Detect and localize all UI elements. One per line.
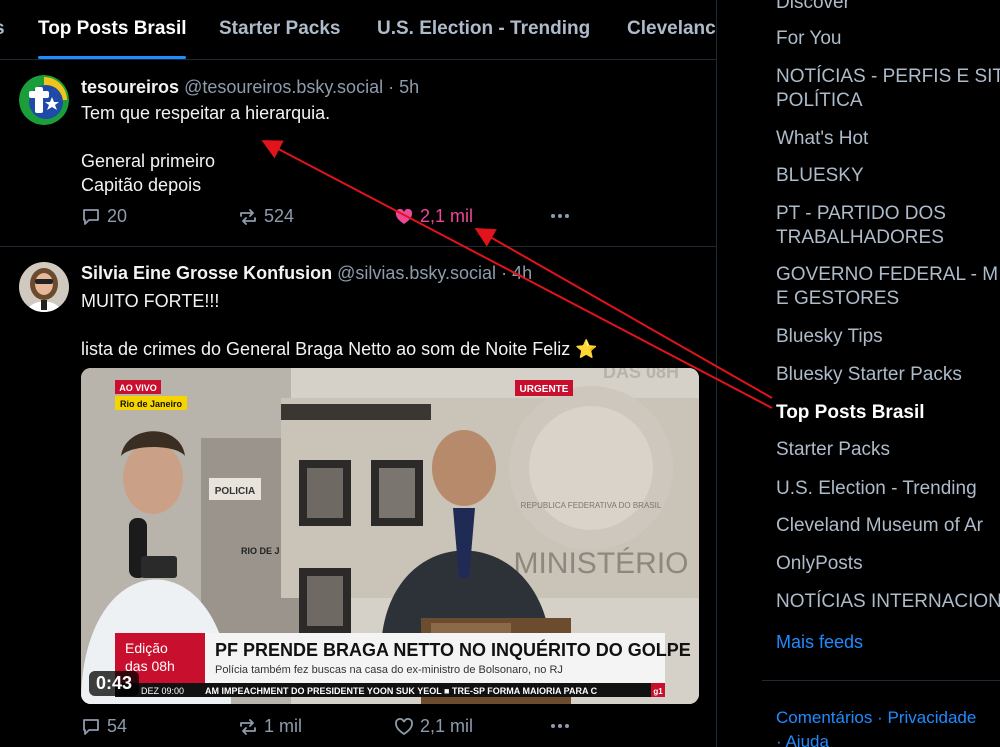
- video-duration: 0:43: [89, 671, 140, 696]
- sidebar-divider: [762, 680, 1000, 681]
- sidebar-feed-noticias-internacionais[interactable]: NOTÍCIAS INTERNACION: [776, 590, 1000, 614]
- heart-outline-icon: [395, 717, 413, 735]
- reply-button[interactable]: 20: [81, 206, 127, 227]
- sidebar-feed-discover[interactable]: Discover: [776, 0, 850, 15]
- like-button[interactable]: 2,1 mil: [394, 716, 473, 737]
- repost-button[interactable]: 1 mil: [238, 716, 302, 737]
- repost-count: 1 mil: [264, 716, 303, 736]
- separator-dot: ·: [501, 263, 508, 283]
- sidebar-feed-for-you[interactable]: For You: [776, 27, 842, 51]
- tab-top-posts-brasil[interactable]: Top Posts Brasil: [38, 18, 187, 40]
- footer-help-link[interactable]: Ajuda: [785, 732, 828, 747]
- heart-filled-icon: [395, 208, 413, 224]
- urgent-badge: URGENTE: [520, 384, 569, 395]
- tab-partial-left[interactable]: s: [0, 18, 5, 40]
- sidebar-feed-cleveland-museum[interactable]: Cleveland Museum of Ar: [776, 514, 983, 538]
- ellipsis-icon: [551, 724, 569, 728]
- like-button[interactable]: 2,1 mil: [394, 206, 473, 227]
- repost-icon: [240, 718, 256, 735]
- sidebar-feed-noticias-perfis[interactable]: NOTÍCIAS - PERFIS E SIT: [776, 65, 1000, 89]
- tab-us-election-trending[interactable]: U.S. Election - Trending: [377, 18, 590, 40]
- ticker-text: AM IMPEACHMENT DO PRESIDENTE YOON SUK YE…: [205, 686, 598, 696]
- ministry-text: MINISTÉRIO: [513, 547, 688, 580]
- footer-separator: ·: [776, 732, 782, 747]
- reply-button[interactable]: 54: [81, 716, 127, 737]
- reply-count: 54: [107, 716, 128, 736]
- more-feeds-link[interactable]: Mais feeds: [776, 630, 863, 654]
- post-header: Silvia Eine Grosse Konfusion @silvias.bs…: [81, 263, 532, 284]
- location-badge: Rio de Janeiro: [120, 399, 183, 409]
- sidebar-feed-us-election[interactable]: U.S. Election - Trending: [776, 477, 977, 501]
- sidebar-feed-top-posts-brasil[interactable]: Top Posts Brasil: [776, 401, 925, 425]
- post-text-line: General primeiro: [81, 151, 216, 171]
- wall-text: RIO DE J: [241, 546, 280, 556]
- author-name[interactable]: tesoureiros: [81, 77, 179, 97]
- post-time[interactable]: 5h: [399, 77, 419, 97]
- post-text-line: lista de crimes do General Braga Netto a…: [81, 339, 598, 359]
- main-feed-column: s Top Posts Brasil Starter Packs U.S. El…: [0, 0, 717, 747]
- repost-count: 524: [264, 206, 295, 226]
- sidebar-feed-bluesky[interactable]: BLUESKY: [776, 164, 864, 188]
- avatar[interactable]: [19, 262, 69, 312]
- post-header: tesoureiros @tesoureiros.bsky.social · 5…: [81, 77, 419, 98]
- headline-text: PF PRENDE BRAGA NETTO NO INQUÉRITO DO GO…: [215, 639, 691, 660]
- footer-privacy-link[interactable]: Privacidade: [888, 708, 977, 727]
- footer-links: Comentários · Privacidade: [776, 706, 976, 730]
- sidebar-feed-bluesky-tips[interactable]: Bluesky Tips: [776, 325, 883, 349]
- ticker-date: DEZ 09:00: [141, 686, 184, 696]
- sidebar-feed-pt-line2[interactable]: TRABALHADORES: [776, 226, 944, 250]
- repost-icon: [240, 208, 256, 225]
- seal-text: REPUBLICA FEDERATIVA DO BRASIL: [521, 501, 662, 510]
- author-handle[interactable]: @tesoureiros.bsky.social: [184, 77, 383, 97]
- like-count: 2,1 mil: [420, 716, 474, 736]
- post-text-line: MUITO FORTE!!!: [81, 291, 220, 311]
- ellipsis-icon: [551, 214, 569, 218]
- channel-logo: g1: [653, 687, 663, 696]
- post-time[interactable]: 4h: [512, 263, 532, 283]
- post-actions: 54 1 mil 2,1 mil: [81, 716, 581, 740]
- like-count: 2,1 mil: [420, 206, 474, 226]
- post[interactable]: Silvia Eine Grosse Konfusion @silvias.bs…: [0, 247, 716, 747]
- active-tab-indicator: [38, 56, 186, 59]
- post-text-line: Tem que respeitar a hierarquia.: [81, 103, 331, 123]
- post-text-line: Capitão depois: [81, 175, 202, 195]
- sidebar-feed-bluesky-starter-packs[interactable]: Bluesky Starter Packs: [776, 363, 962, 387]
- reply-icon: [83, 208, 99, 225]
- tab-cleveland[interactable]: Clevelanc: [627, 18, 716, 40]
- sidebar-feed-governo-federal[interactable]: GOVERNO FEDERAL - M: [776, 263, 998, 287]
- reply-icon: [83, 718, 99, 735]
- sidebar-feed-whats-hot[interactable]: What's Hot: [776, 127, 868, 151]
- subheadline-text: Polícia também fez buscas na casa do ex-…: [215, 664, 563, 676]
- author-name[interactable]: Silvia Eine Grosse Konfusion: [81, 263, 332, 283]
- footer-separator: ·: [877, 708, 883, 727]
- separator-dot: ·: [388, 77, 395, 97]
- wall-sign-text: POLICIA: [215, 486, 256, 497]
- edition-line-1: Edição: [125, 640, 168, 656]
- post-actions: 20 524 2,1 mil: [81, 206, 581, 230]
- post[interactable]: tesoureiros @tesoureiros.bsky.social · 5…: [0, 60, 716, 247]
- sidebar-feed-noticias-perfis-line2[interactable]: POLÍTICA: [776, 89, 863, 113]
- live-badge: AO VIVO: [119, 383, 157, 393]
- repost-button[interactable]: 524: [238, 206, 294, 227]
- more-options-button[interactable]: [549, 206, 571, 226]
- avatar[interactable]: [19, 75, 69, 125]
- sidebar-feed-governo-federal-line2[interactable]: E GESTORES: [776, 287, 899, 311]
- footer-feedback-link[interactable]: Comentários: [776, 708, 872, 727]
- reply-count: 20: [107, 206, 128, 226]
- more-options-button[interactable]: [549, 716, 571, 736]
- tab-starter-packs[interactable]: Starter Packs: [219, 18, 340, 40]
- top-right-text: DAS 08H: [603, 368, 679, 382]
- sidebar-feed-onlyposts[interactable]: OnlyPosts: [776, 552, 863, 576]
- video-player[interactable]: POLICIA RIO DE J REPUBLICA FEDERATIVA DO…: [81, 368, 699, 704]
- video-thumbnail: POLICIA RIO DE J REPUBLICA FEDERATIVA DO…: [81, 368, 699, 704]
- feed-tabs: s Top Posts Brasil Starter Packs U.S. El…: [0, 0, 716, 60]
- author-handle[interactable]: @silvias.bsky.social: [337, 263, 496, 283]
- sidebar-feed-starter-packs[interactable]: Starter Packs: [776, 438, 890, 462]
- footer-links-row2: · Ajuda: [776, 730, 829, 747]
- sidebar-feed-pt[interactable]: PT - PARTIDO DOS: [776, 202, 946, 226]
- feeds-sidebar: Discover For You NOTÍCIAS - PERFIS E SIT…: [717, 0, 1000, 747]
